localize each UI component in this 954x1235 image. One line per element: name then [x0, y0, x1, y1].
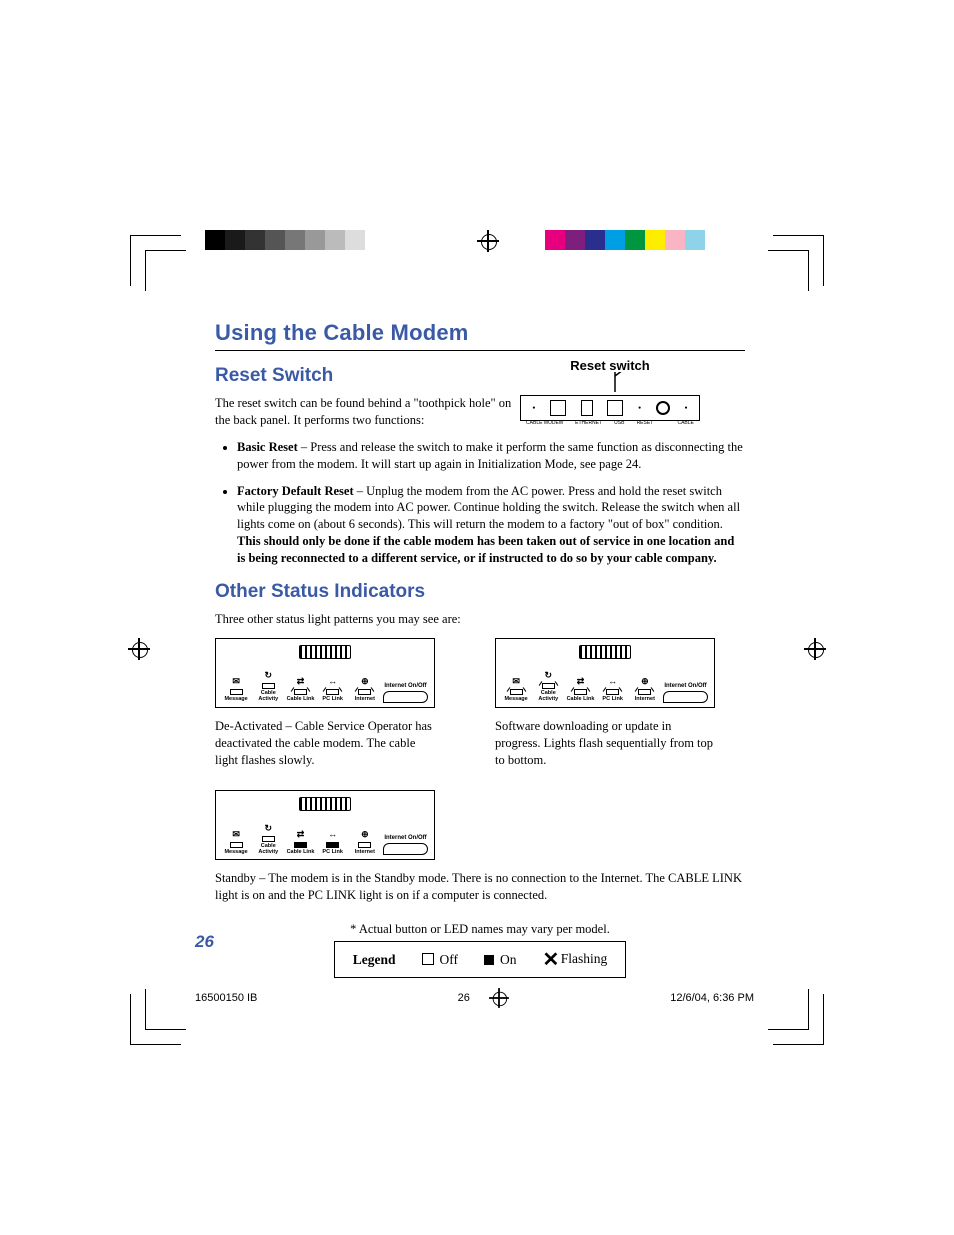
caption-deactivated: De-Activated – Cable Service Operator ha…: [215, 718, 435, 769]
legend-section: * Actual button or LED names may vary pe…: [215, 922, 745, 978]
modem-figure-downloading: ✉Message ↻Cable Activity ⇄Cable Link ↔PC…: [495, 638, 715, 769]
flashing-symbol-icon: ✕: [543, 949, 554, 971]
envelope-icon: ✉: [222, 830, 250, 840]
pc-icon: ↔: [319, 830, 347, 840]
legend-note: * Actual button or LED names may vary pe…: [215, 922, 745, 937]
activity-icon: ↻: [254, 824, 282, 834]
registration-crosshair-icon: [128, 638, 150, 660]
pc-icon: ↔: [599, 677, 627, 687]
cmyk-swatches-right: [545, 230, 705, 250]
envelope-icon: ✉: [222, 677, 250, 687]
vent-icon: [299, 797, 351, 811]
chapter-title: Using the Cable Modem: [215, 320, 745, 351]
activity-icon: ↻: [534, 671, 562, 681]
legend-on: On: [484, 952, 517, 968]
bullet-basic-reset: Basic Reset – Press and release the swit…: [237, 439, 745, 473]
crop-mark-icon: [768, 250, 809, 291]
page-number: 26: [195, 932, 214, 952]
legend-title: Legend: [353, 952, 396, 968]
globe-icon: ⊕: [631, 677, 659, 687]
legend-off: Off: [422, 952, 459, 968]
legend-box: Legend Off On ✕ Flashing: [334, 941, 626, 978]
caption-standby: Standby – The modem is in the Standby mo…: [215, 870, 745, 904]
link-icon: ⇄: [286, 830, 314, 840]
cmyk-swatches-left: [205, 230, 365, 250]
page-content: Using the Cable Modem Reset Switch The r…: [215, 320, 745, 978]
envelope-icon: ✉: [502, 677, 530, 687]
registration-crosshair-icon: [489, 988, 509, 1008]
indicators-intro: Three other status light patterns you ma…: [215, 611, 745, 628]
caption-downloading: Software downloading or update in progre…: [495, 718, 715, 769]
globe-icon: ⊕: [351, 830, 379, 840]
section-heading-indicators: Other Status Indicators: [215, 581, 745, 603]
link-icon: ⇄: [566, 677, 594, 687]
registration-crosshair-icon: [804, 638, 826, 660]
activity-icon: ↻: [254, 671, 282, 681]
vent-icon: [299, 645, 351, 659]
globe-icon: ⊕: [351, 677, 379, 687]
reset-bullet-list: Basic Reset – Press and release the swit…: [215, 439, 745, 567]
modem-figures-row-1: ✉Message ↻Cable Activity ⇄Cable Link ↔PC…: [215, 638, 745, 769]
print-footer: 16500150 IB 26 12/6/04, 6:36 PM: [195, 992, 754, 1004]
bullet-factory-reset: Factory Default Reset – Unplug the modem…: [237, 483, 745, 567]
footer-doc-id: 16500150 IB: [195, 992, 257, 1004]
legend-flashing: ✕ Flashing: [543, 947, 608, 972]
on-symbol-icon: [484, 955, 494, 965]
modem-figure-standby: ✉Message ↻Cable Activity ⇄Cable Link ↔PC…: [215, 790, 435, 860]
footer-page: 26: [458, 992, 470, 1004]
off-symbol-icon: [422, 953, 434, 965]
page: Reset switch ● ● ● CABLE MODEM ETHERNET …: [0, 0, 954, 1235]
link-icon: ⇄: [286, 677, 314, 687]
section-heading-reset: Reset Switch: [215, 365, 745, 387]
crop-mark-icon: [768, 989, 809, 1030]
crop-mark-icon: [145, 250, 186, 291]
vent-icon: [579, 645, 631, 659]
crop-mark-icon: [145, 989, 186, 1030]
modem-figure-deactivated: ✉Message ↻Cable Activity ⇄Cable Link ↔PC…: [215, 638, 435, 769]
footer-timestamp: 12/6/04, 6:36 PM: [670, 992, 754, 1004]
reset-intro: The reset switch can be found behind a "…: [215, 395, 515, 429]
pc-icon: ↔: [319, 677, 347, 687]
registration-crosshair-icon: [477, 230, 499, 252]
